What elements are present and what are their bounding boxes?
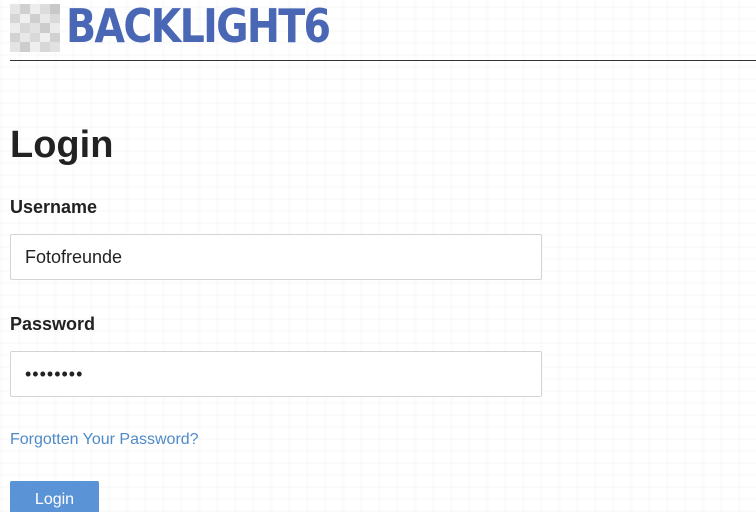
login-button[interactable]: Login [10, 481, 99, 512]
page-title: Login [10, 124, 114, 166]
forgot-password-link[interactable]: Forgotten Your Password? [10, 430, 199, 450]
site-header: BACKLIGHT6 [10, 0, 756, 61]
password-field[interactable] [10, 351, 542, 397]
pixel-mosaic-icon [10, 4, 60, 52]
username-label: Username [10, 197, 98, 217]
site-logo[interactable]: BACKLIGHT6 [66, 0, 331, 54]
username-field[interactable] [10, 234, 542, 280]
password-label: Password [10, 314, 96, 334]
